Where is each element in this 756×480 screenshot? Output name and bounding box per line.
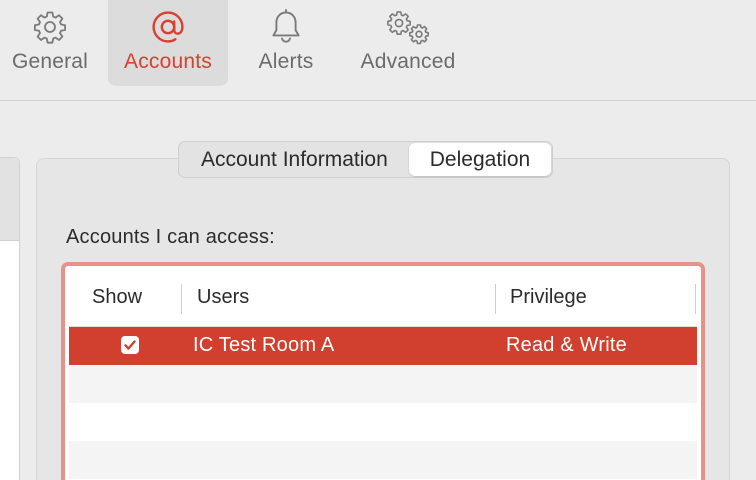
gear-icon — [32, 8, 68, 46]
table-row-empty[interactable] — [69, 441, 697, 479]
preferences-window: General Accounts Alerts Advanced Account… — [0, 0, 756, 480]
double-gear-icon — [383, 8, 433, 46]
toolbar-item-label: Accounts — [124, 50, 212, 73]
show-checkbox[interactable] — [121, 336, 139, 354]
accounts-sidebar-list[interactable] — [0, 157, 20, 480]
table-row-empty[interactable] — [69, 403, 697, 441]
tab-delegation[interactable]: Delegation — [408, 143, 552, 176]
toolbar-item-accounts[interactable]: Accounts — [108, 0, 228, 86]
tab-account-information[interactable]: Account Information — [180, 143, 409, 176]
accounts-sidebar-selected-row[interactable] — [0, 158, 19, 241]
column-header-privilege[interactable]: Privilege — [510, 286, 587, 309]
toolbar-item-label: Alerts — [258, 50, 314, 73]
row-user: IC Test Room A — [193, 334, 335, 356]
accounts-table-focus-ring: Show Users Privilege IC Test Room A Read… — [61, 262, 705, 480]
table-row-empty[interactable] — [69, 365, 697, 403]
table-header: Show Users Privilege — [69, 270, 697, 327]
toolbar-item-alerts[interactable]: Alerts — [240, 0, 332, 86]
preferences-toolbar: General Accounts Alerts Advanced — [0, 0, 756, 101]
bell-icon — [269, 8, 303, 46]
table-row[interactable]: IC Test Room A Read & Write — [69, 327, 697, 365]
column-divider[interactable] — [181, 284, 182, 314]
at-sign-icon — [149, 8, 187, 46]
accounts-table[interactable]: Show Users Privilege IC Test Room A Read… — [69, 270, 697, 480]
toolbar-item-general[interactable]: General — [0, 0, 100, 86]
column-header-show[interactable]: Show — [92, 286, 142, 309]
toolbar-item-label: Advanced — [360, 50, 456, 73]
row-privilege: Read & Write — [506, 334, 627, 356]
column-divider[interactable] — [695, 284, 696, 314]
account-tabs: Account Information Delegation — [178, 141, 554, 178]
accounts-access-label: Accounts I can access: — [66, 226, 275, 248]
toolbar-item-label: General — [11, 50, 89, 73]
toolbar-item-advanced[interactable]: Advanced — [346, 0, 470, 86]
column-header-users[interactable]: Users — [197, 286, 249, 309]
checkmark-icon — [124, 340, 136, 350]
column-divider[interactable] — [495, 284, 496, 314]
